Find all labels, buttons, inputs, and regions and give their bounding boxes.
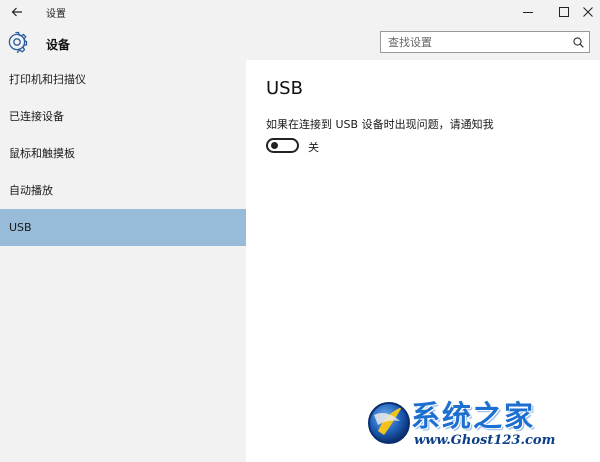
setting-description: 如果在连接到 USB 设备时出现问题，请通知我 [266,118,494,131]
close-icon [583,7,593,17]
page-header: 设备 [0,24,600,60]
devices-icon-wrapper [6,31,28,54]
sidebar-item-printers-scanners[interactable]: 打印机和扫描仪 [0,61,246,98]
title-bar: 设置 [0,0,600,24]
sidebar-item-usb[interactable]: USB [0,209,246,246]
watermark-logo-icon [368,402,410,444]
window-title: 设置 [46,9,66,20]
sidebar-item-label: 已连接设备 [9,110,64,123]
back-button[interactable] [0,0,34,24]
sidebar-item-label: 鼠标和触摸板 [9,147,75,160]
page-title: 设备 [46,38,71,52]
toggle-knob [271,142,278,149]
minimize-icon [523,12,533,13]
close-button[interactable] [576,0,600,24]
search-button[interactable] [567,32,589,52]
sidebar-item-label: USB [9,221,32,234]
sidebar-item-connected-devices[interactable]: 已连接设备 [0,98,246,135]
toggle-state-label: 关 [308,141,319,154]
search-icon [572,36,584,48]
search-input[interactable] [381,32,567,52]
watermark: 系统之家 www.Ghost123.com [364,393,600,459]
watermark-url: www.Ghost123.com [414,433,556,448]
section-title: USB [266,78,303,99]
gear-icon [8,31,28,54]
watermark-title: 系统之家 [411,399,536,433]
maximize-icon [559,7,569,17]
sidebar-item-label: 打印机和扫描仪 [9,73,86,86]
sidebar-item-mouse-touchpad[interactable]: 鼠标和触摸板 [0,135,246,172]
back-arrow-icon [11,7,22,17]
sidebar-item-label: 自动播放 [9,184,53,197]
search-box[interactable] [380,31,590,53]
minimize-button[interactable] [510,0,546,24]
sidebar: 打印机和扫描仪 已连接设备 鼠标和触摸板 自动播放 USB [0,60,246,462]
sidebar-item-autoplay[interactable]: 自动播放 [0,172,246,209]
usb-notify-toggle[interactable] [266,138,299,153]
